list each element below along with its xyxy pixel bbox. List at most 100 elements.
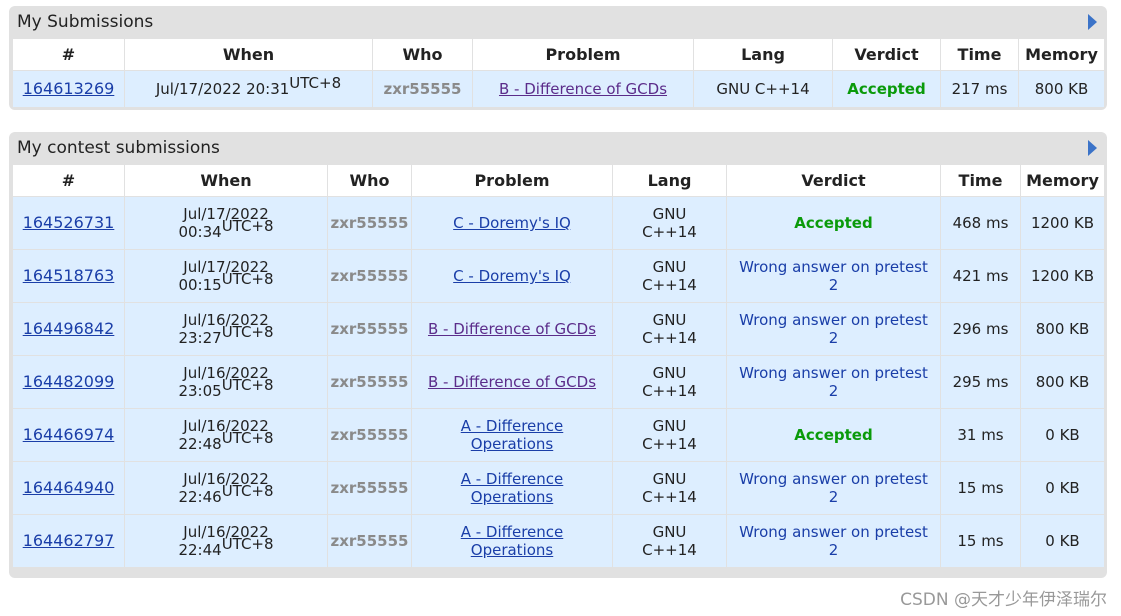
problem-link[interactable]: B - Difference of GCDs (428, 320, 596, 338)
col-lang: Lang (693, 38, 833, 71)
timezone: UTC+8 (221, 482, 274, 500)
verdict: Wrong answer on pretest (739, 364, 928, 382)
author-handle[interactable]: zxr55555 (327, 302, 412, 356)
author-handle[interactable]: zxr55555 (327, 408, 412, 462)
header-row: # When Who Problem Lang Verdict Time Mem… (12, 38, 1105, 71)
col-memory: Memory (1020, 164, 1105, 197)
col-problem: Problem (472, 38, 694, 71)
table-row: 164462797 Jul/16/2022 22:44UTC+8 zxr55555… (12, 514, 1105, 568)
memory: 800 KB (1020, 355, 1105, 409)
submission-clock: 23:27 (178, 329, 222, 347)
language: GNU C++14 (693, 70, 833, 108)
submission-id-link[interactable]: 164466974 (23, 425, 115, 444)
exec-time: 15 ms (940, 461, 1021, 515)
language-version: C++14 (642, 488, 697, 506)
exec-time: 468 ms (940, 196, 1021, 250)
problem-link[interactable]: B - Difference of GCDs (428, 373, 596, 391)
problem-link[interactable]: A - Difference Operations (412, 523, 612, 559)
language-version: C++14 (642, 223, 697, 241)
problem-link[interactable]: B - Difference of GCDs (499, 80, 667, 98)
verdict-test-number: 2 (828, 329, 839, 347)
language-name: GNU (652, 417, 687, 435)
submission-id-link[interactable]: 164613269 (23, 79, 115, 98)
csdn-watermark: CSDN @天才少年伊泽瑞尔 (900, 590, 1107, 610)
language-name: GNU (652, 364, 687, 382)
author-handle[interactable]: zxr55555 (327, 249, 412, 303)
language-version: C++14 (642, 276, 697, 294)
submission-clock: 00:34 (178, 223, 222, 241)
col-memory: Memory (1018, 38, 1105, 71)
my-submissions-table: # When Who Problem Lang Verdict Time Mem… (12, 38, 1105, 108)
verdict: Accepted (794, 426, 873, 444)
timezone: UTC+8 (221, 535, 274, 553)
expand-arrow-icon[interactable] (1088, 14, 1097, 30)
col-problem: Problem (411, 164, 613, 197)
problem-link[interactable]: A - Difference Operations (412, 470, 612, 506)
language-name: GNU (652, 470, 687, 488)
table-row: 164613269 Jul/17/2022 20:31UTC+8 zxr5555… (12, 70, 1105, 108)
verdict-test-number: 2 (828, 382, 839, 400)
submission-id-link[interactable]: 164518763 (23, 266, 115, 285)
problem-link[interactable]: C - Doremy's IQ (453, 267, 571, 285)
author-handle[interactable]: zxr55555 (372, 70, 473, 108)
col-who: Who (327, 164, 412, 197)
col-time: Time (940, 38, 1019, 71)
language-version: C++14 (642, 329, 697, 347)
col-time: Time (940, 164, 1021, 197)
contest-submissions-panel: My contest submissions # When Who Proble… (9, 132, 1107, 578)
timezone: UTC+8 (221, 429, 274, 447)
my-submissions-panel: My Submissions # When Who Problem Lang V… (9, 6, 1107, 110)
timezone: UTC+8 (289, 74, 342, 92)
col-verdict: Verdict (726, 164, 941, 197)
submission-id-link[interactable]: 164464940 (23, 478, 115, 497)
col-when: When (124, 164, 328, 197)
author-handle[interactable]: zxr55555 (327, 461, 412, 515)
memory: 1200 KB (1020, 196, 1105, 250)
submission-clock: 22:44 (178, 541, 222, 559)
exec-time: 31 ms (940, 408, 1021, 462)
table-row: 164482099 Jul/16/2022 23:05UTC+8 zxr55555… (12, 355, 1105, 409)
col-id: # (12, 164, 125, 197)
verdict-test-number: 2 (828, 488, 839, 506)
language-version: C++14 (642, 541, 697, 559)
col-who: Who (372, 38, 473, 71)
author-handle[interactable]: zxr55555 (327, 514, 412, 568)
verdict-test-number: 2 (828, 276, 839, 294)
problem-link[interactable]: A - Difference Operations (412, 417, 612, 453)
table-row: 164496842 Jul/16/2022 23:27UTC+8 zxr55555… (12, 302, 1105, 356)
timezone: UTC+8 (221, 376, 274, 394)
submission-clock: 22:48 (178, 435, 222, 453)
verdict-test-number: 2 (828, 541, 839, 559)
submission-id-link[interactable]: 164526731 (23, 213, 115, 232)
memory: 800 KB (1020, 302, 1105, 356)
memory: 0 KB (1020, 461, 1105, 515)
submission-clock: 00:15 (178, 276, 222, 294)
col-verdict: Verdict (832, 38, 941, 71)
language-version: C++14 (642, 382, 697, 400)
submission-id-link[interactable]: 164462797 (23, 531, 115, 550)
author-handle[interactable]: zxr55555 (327, 355, 412, 409)
language-name: GNU (652, 205, 687, 223)
exec-time: 15 ms (940, 514, 1021, 568)
verdict: Accepted (794, 214, 873, 232)
expand-arrow-icon[interactable] (1088, 140, 1097, 156)
memory: 0 KB (1020, 408, 1105, 462)
panel-title: My contest submissions (9, 132, 1107, 164)
submission-clock: 23:05 (178, 382, 222, 400)
memory: 0 KB (1020, 514, 1105, 568)
header-row: # When Who Problem Lang Verdict Time Mem… (12, 164, 1105, 197)
submission-id-link[interactable]: 164482099 (23, 372, 115, 391)
contest-submissions-table: # When Who Problem Lang Verdict Time Mem… (12, 164, 1105, 568)
timezone: UTC+8 (221, 217, 274, 235)
table-row: 164466974 Jul/16/2022 22:48UTC+8 zxr55555… (12, 408, 1105, 462)
language-name: GNU (652, 523, 687, 541)
language-name: GNU (652, 311, 687, 329)
submission-id-link[interactable]: 164496842 (23, 319, 115, 338)
problem-link[interactable]: C - Doremy's IQ (453, 214, 571, 232)
exec-time: 295 ms (940, 355, 1021, 409)
verdict: Wrong answer on pretest (739, 470, 928, 488)
author-handle[interactable]: zxr55555 (327, 196, 412, 250)
submission-clock: 22:46 (178, 488, 222, 506)
timezone: UTC+8 (221, 323, 274, 341)
verdict: Accepted (832, 70, 941, 108)
